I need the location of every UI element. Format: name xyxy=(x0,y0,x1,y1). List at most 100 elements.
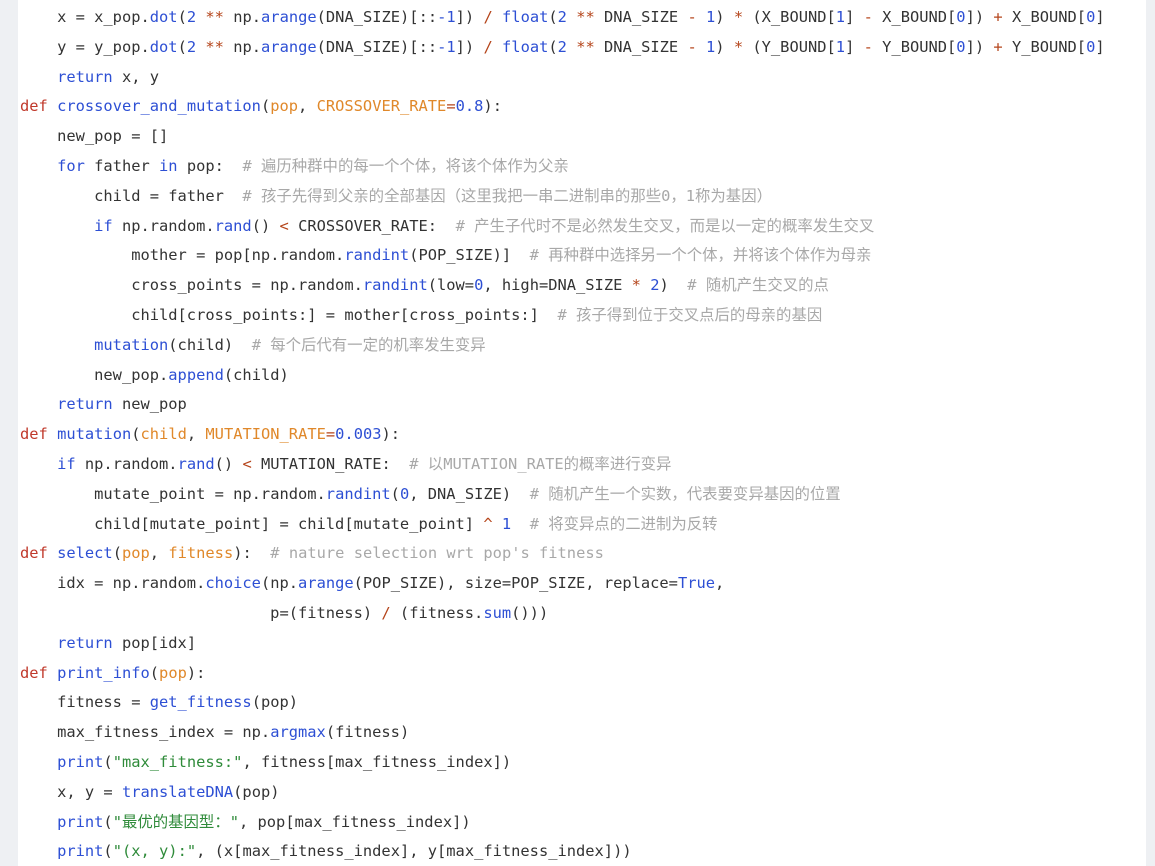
code-line: mother = pop[np.random.randint(POP_SIZE)… xyxy=(20,241,1105,271)
code-line: def crossover_and_mutation(pop, CROSSOVE… xyxy=(20,92,1105,122)
code-token: (POP_SIZE)] xyxy=(409,246,530,265)
code-token: , xyxy=(186,425,206,444)
code-token: 1 xyxy=(835,8,846,26)
code-token: Y_BOUND[ xyxy=(1002,37,1087,56)
code-token: ) xyxy=(715,37,734,56)
code-line: fitness = get_fitness(pop) xyxy=(20,688,1105,718)
code-token: print xyxy=(57,752,104,771)
code-token: child = father xyxy=(94,186,243,205)
code-token: ( xyxy=(177,37,187,56)
code-token: # 随机产生交叉的点 xyxy=(687,276,829,295)
code-token: mutation xyxy=(57,425,132,444)
code-token: ( xyxy=(131,425,141,444)
code-token: - xyxy=(863,8,873,26)
code-token: return xyxy=(57,633,113,652)
code-token: ] xyxy=(845,37,864,56)
code-token: , fitness[max_fitness_index]) xyxy=(242,752,512,771)
code-line: child[mutate_point] = child[mutate_point… xyxy=(20,510,1105,540)
code-token: ]) xyxy=(965,8,994,26)
code-line: for father in pop: # 遍历种群中的每一个个体，将该个体作为父… xyxy=(20,152,1105,182)
code-token: return xyxy=(57,67,113,86)
code-line: def select(pop, fitness): # nature selec… xyxy=(20,539,1105,569)
code-line: x, y = translateDNA(pop) xyxy=(20,778,1105,808)
code-token: = xyxy=(446,97,456,116)
code-token: = xyxy=(325,425,336,444)
code-token: # 将变异点的二进制为反转 xyxy=(529,514,718,533)
code-token: mutate_point = np.random. xyxy=(94,484,326,503)
code-token: np. xyxy=(223,37,262,56)
code-token: "(x, y):" xyxy=(112,842,197,861)
code-line: cross_points = np.random.randint(low=0, … xyxy=(20,271,1105,301)
code-token: , (x[max_fitness_index], y[max_fitness_i… xyxy=(196,842,632,861)
code-token: ( xyxy=(548,8,558,26)
code-token: x, y xyxy=(112,67,160,86)
code-token: 0 xyxy=(956,8,966,26)
code-token: append xyxy=(168,365,224,384)
code-token: randint xyxy=(344,246,410,265)
code-line: if np.random.rand() < CROSSOVER_RATE: # … xyxy=(20,212,1105,242)
code-token: 0 xyxy=(399,484,410,503)
code-token: mother = pop[np.random. xyxy=(131,246,345,265)
code-token: MUTATION_RATE: xyxy=(251,454,410,473)
code-line: return pop[idx] xyxy=(20,629,1105,659)
code-token: < xyxy=(242,454,252,473)
code-token: ): xyxy=(381,425,401,444)
code-line: new_pop.append(child) xyxy=(20,361,1105,391)
code-line: def mutation(child, MUTATION_RATE=0.003)… xyxy=(20,420,1105,450)
code-token: -1 xyxy=(437,37,456,56)
code-token: - xyxy=(687,8,697,26)
code-token: x = x_pop. xyxy=(57,8,150,26)
code-token: ): xyxy=(233,544,271,563)
code-token: rand xyxy=(214,216,252,235)
code-token: pop xyxy=(159,663,187,682)
code-token: ( xyxy=(103,812,113,831)
code-token: ( xyxy=(149,663,160,682)
code-token: def xyxy=(20,544,48,563)
code-line: new_pop = [] xyxy=(20,122,1105,152)
code-token: (pop) xyxy=(251,693,299,712)
code-token: 1 xyxy=(501,514,512,533)
code-line: return x, y xyxy=(20,63,1105,93)
code-token: select xyxy=(57,544,113,563)
code-token: pop[idx] xyxy=(112,633,197,652)
code-token: # 产生子代时不是必然发生交叉，而是以一定的概率发生交叉 xyxy=(455,216,875,235)
code-line: print("(x, y):", (x[max_fitness_index], … xyxy=(20,837,1105,866)
code-token: -1 xyxy=(437,8,456,26)
code-token: def xyxy=(20,663,48,682)
code-token: randint xyxy=(325,484,391,503)
code-token: (low= xyxy=(427,276,475,295)
code-token: np. xyxy=(223,8,262,26)
code-token: (pop) xyxy=(233,782,280,801)
code-token: max_fitness_index = np. xyxy=(57,723,271,742)
code-token: () xyxy=(251,216,280,235)
code-token: 0 xyxy=(1086,8,1096,26)
code-token: , DNA_SIZE) xyxy=(409,484,530,503)
code-token: ] xyxy=(845,8,864,26)
code-token: pop xyxy=(121,544,150,563)
code-line: x = x_pop.dot(2 ** np.arange(DNA_SIZE)[:… xyxy=(20,3,1105,33)
code-token: np.random. xyxy=(75,454,178,473)
code-token: < xyxy=(279,216,289,235)
code-line: mutate_point = np.random.randint(0, DNA_… xyxy=(20,480,1105,510)
code-token: (fitness) xyxy=(325,723,410,742)
code-token: ( xyxy=(177,8,187,26)
code-token: fitness = xyxy=(57,693,150,712)
code-token: cross_points = np.random. xyxy=(131,276,363,295)
code-token: new_pop = [] xyxy=(57,127,169,146)
code-token: 2 xyxy=(186,8,197,26)
code-token: ]) xyxy=(965,37,994,56)
code-token: ( xyxy=(103,752,113,771)
